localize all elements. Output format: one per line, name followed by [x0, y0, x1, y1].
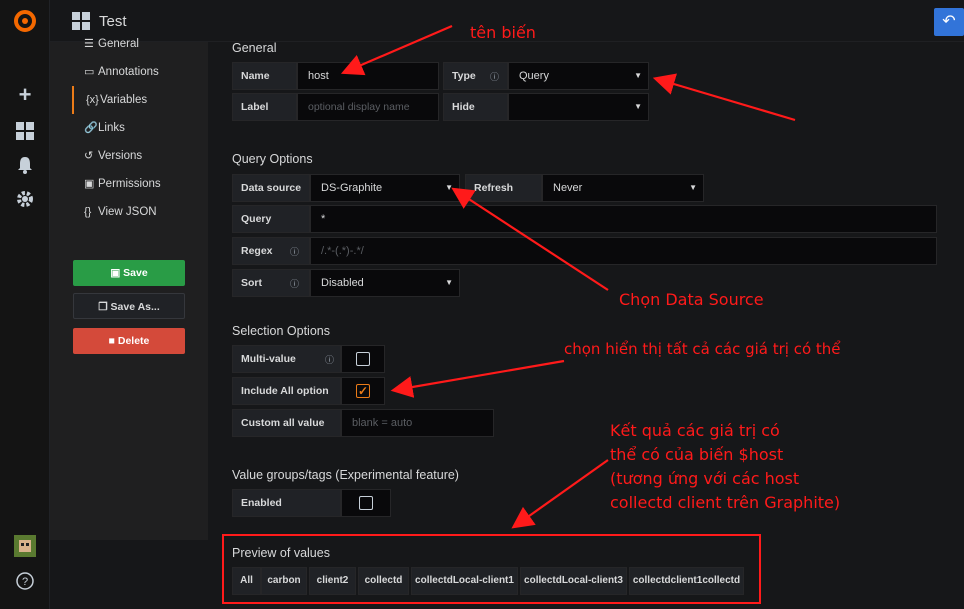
annotation-result-3: (tương ứng với các host	[610, 469, 800, 488]
arrow-to-include-all	[390, 359, 565, 398]
annotation-var-name: tên biến	[470, 23, 536, 42]
arrow-to-preview	[511, 459, 609, 529]
annotation-result-1: Kết quả các giá trị có	[610, 421, 780, 440]
arrow-to-type	[652, 73, 796, 122]
arrow-to-datasource	[451, 187, 609, 291]
annotation-result-2: thể có của biến $host	[610, 445, 784, 464]
annotation-result-4: collectd client trên Graphite)	[610, 493, 841, 512]
arrow-to-name	[340, 24, 453, 76]
annotation-choose-ds: Chọn Data Source	[619, 290, 764, 309]
annotation-arrows	[340, 24, 796, 529]
annotation-show-all: chọn hiển thị tất cả các giá trị có thể	[564, 340, 841, 358]
